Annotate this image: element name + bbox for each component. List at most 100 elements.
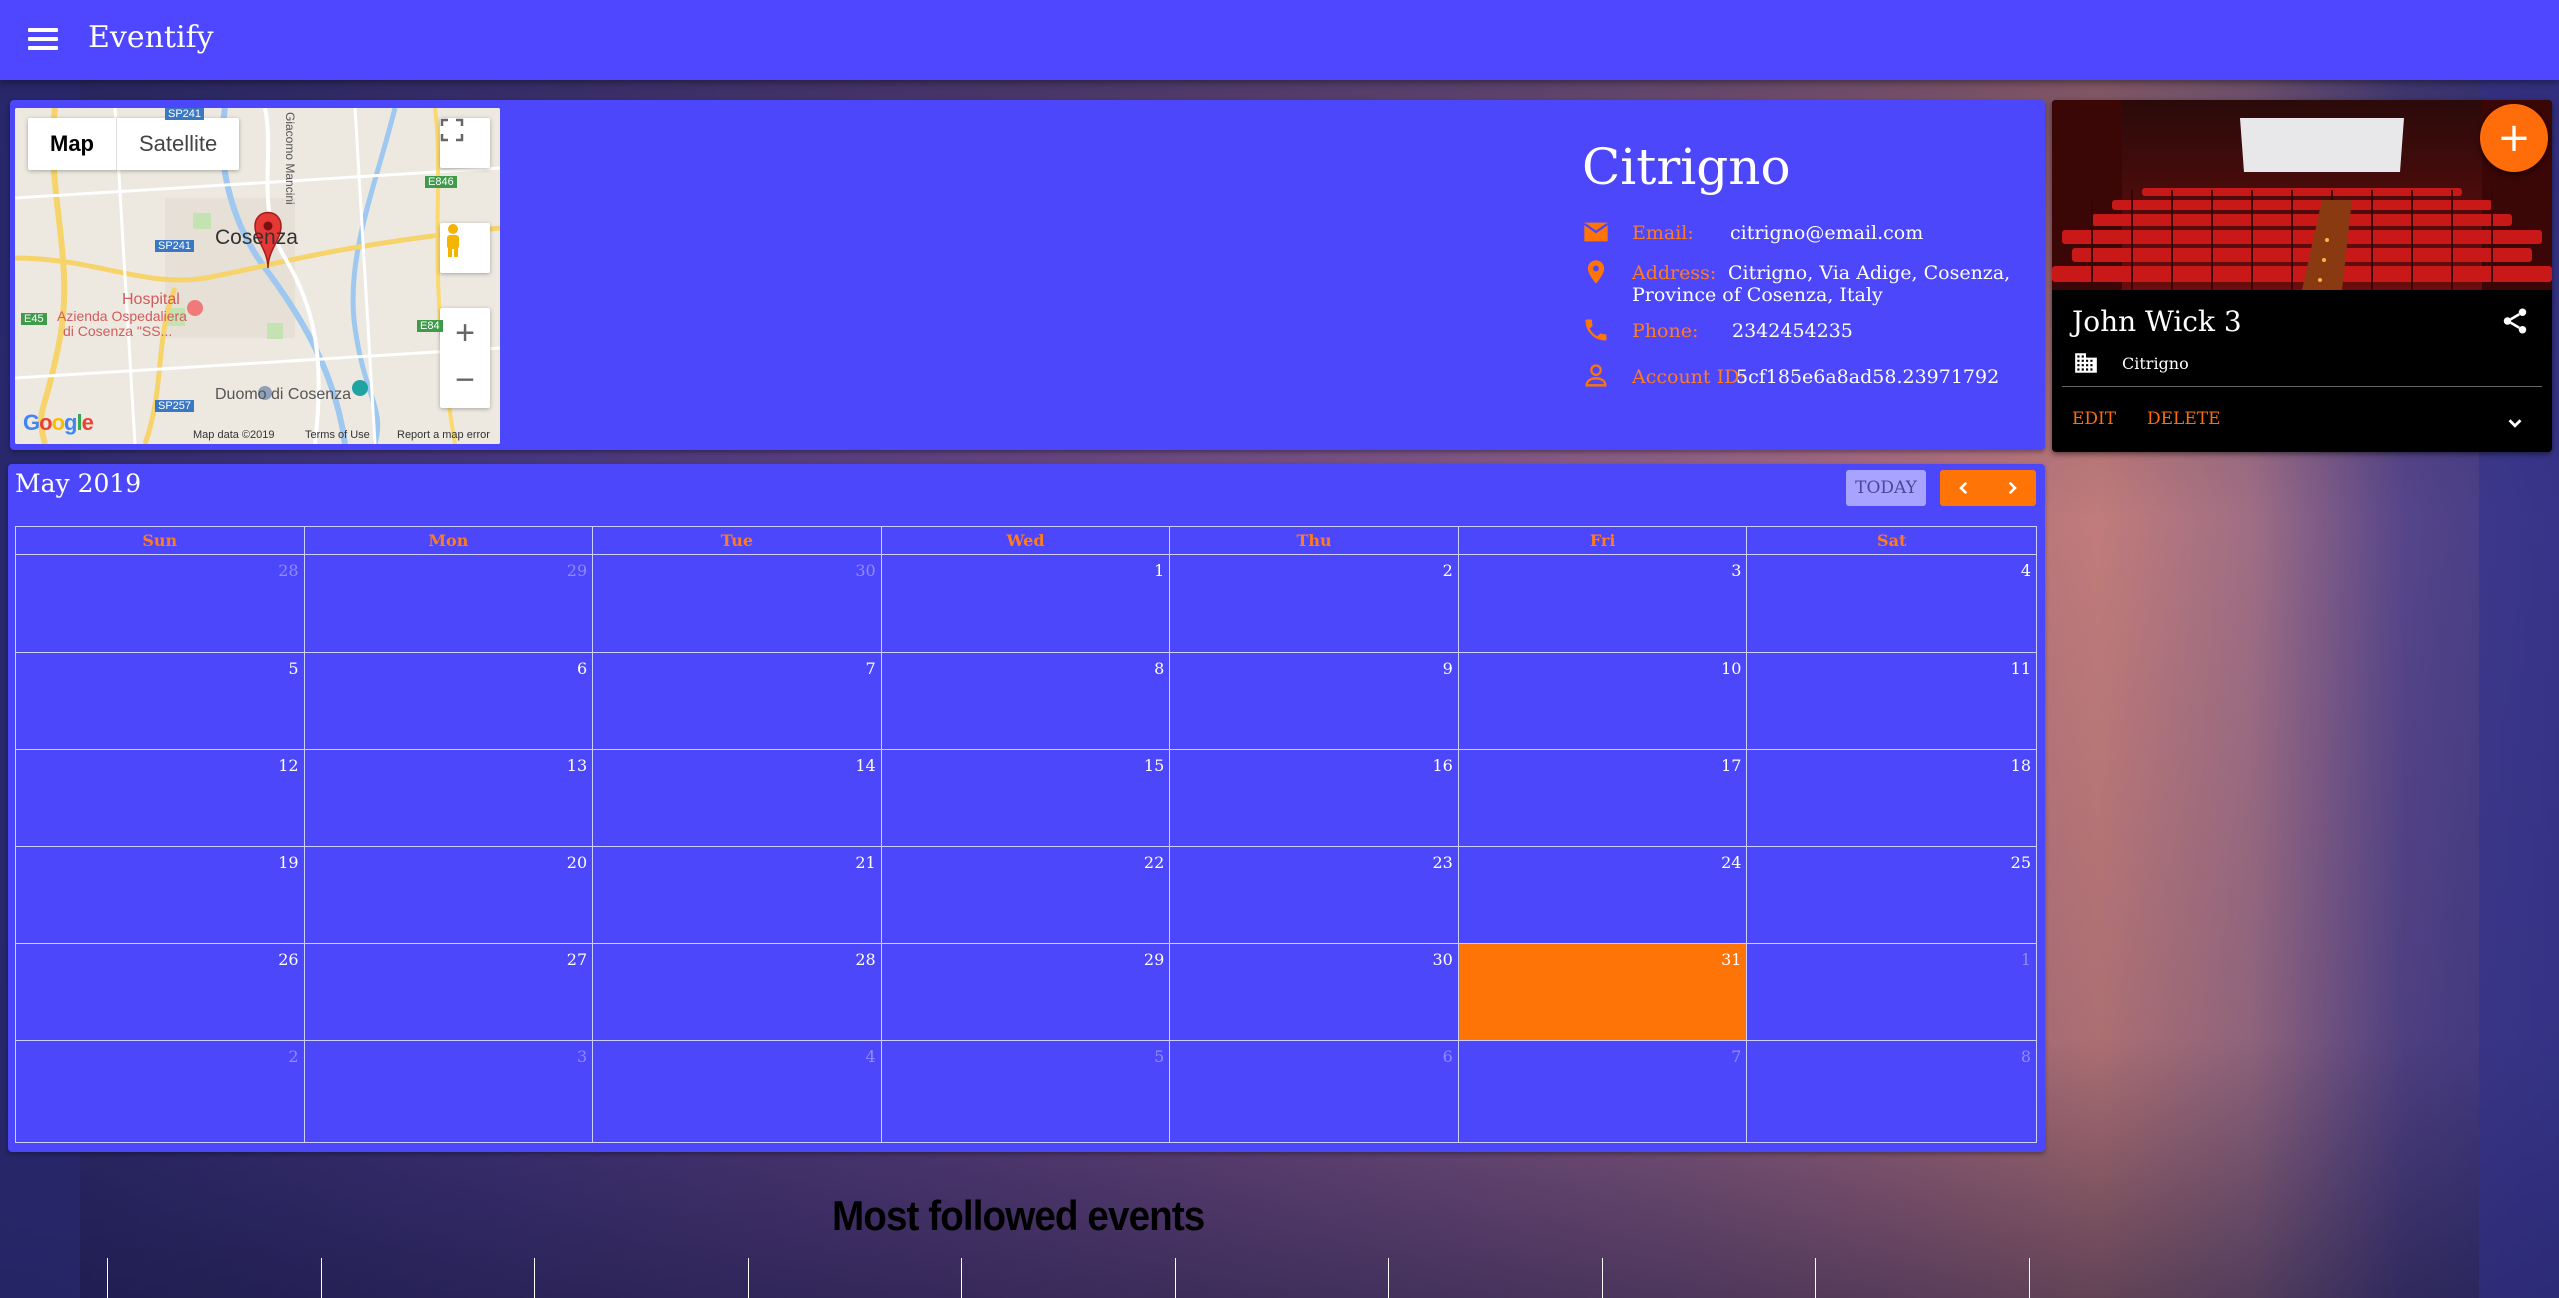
calendar-day[interactable]: 13 — [305, 750, 594, 846]
calendar-day-number: 16 — [1432, 756, 1453, 775]
zoom-in-button[interactable]: + — [455, 308, 475, 358]
calendar-day-number: 26 — [278, 950, 299, 969]
calendar-day-number: 4 — [2020, 561, 2031, 580]
calendar-day[interactable]: 30 — [1170, 944, 1459, 1040]
calendar-day[interactable]: 3 — [305, 1041, 594, 1142]
calendar-day[interactable]: 23 — [1170, 847, 1459, 943]
map-terms-link[interactable]: Terms of Use — [305, 429, 370, 441]
calendar-day[interactable]: 2 — [16, 1041, 305, 1142]
calendar-day[interactable]: 20 — [305, 847, 594, 943]
calendar-day[interactable]: 5 — [882, 1041, 1171, 1142]
calendar-day[interactable]: 31 — [1458, 944, 1748, 1040]
calendar-day[interactable]: 22 — [882, 847, 1171, 943]
location-pin-icon — [1587, 260, 1605, 284]
calendar-day[interactable]: 15 — [882, 750, 1171, 846]
calendar-day[interactable]: 10 — [1459, 653, 1748, 749]
calendar-day[interactable]: 6 — [305, 653, 594, 749]
calendar-day-number: 29 — [566, 561, 588, 580]
map-road-e846: E846 — [425, 176, 457, 188]
map-tab-map[interactable]: Map — [28, 118, 117, 170]
calendar-day[interactable]: 17 — [1459, 750, 1748, 846]
calendar-day[interactable]: 12 — [16, 750, 305, 846]
calendar-day[interactable]: 30 — [593, 555, 882, 652]
calendar-day[interactable]: 29 — [305, 555, 594, 652]
calendar-day[interactable]: 28 — [16, 555, 305, 652]
menu-icon[interactable] — [28, 28, 58, 52]
chart-axis-tick — [1601, 1258, 1603, 1298]
calendar-day-number: 5 — [1154, 1047, 1165, 1066]
delete-button[interactable]: DELETE — [2147, 409, 2221, 429]
cinema-hall-image — [2052, 100, 2552, 290]
map-tab-satellite[interactable]: Satellite — [117, 118, 239, 170]
weekday-thu: Thu — [1170, 527, 1459, 554]
calendar-week: 5 6 7 8 9 10 11 — [16, 652, 2036, 749]
fullscreen-button[interactable] — [440, 118, 490, 168]
calendar-day[interactable]: 9 — [1170, 653, 1459, 749]
calendar-day[interactable]: 19 — [16, 847, 305, 943]
prev-month-button[interactable] — [1940, 470, 1988, 506]
calendar-day[interactable]: 21 — [593, 847, 882, 943]
add-event-button[interactable]: + — [2480, 104, 2548, 172]
app-bar: Eventify — [0, 0, 2559, 80]
calendar-day[interactable]: 25 — [1747, 847, 2036, 943]
calendar-day[interactable]: 7 — [1459, 1041, 1748, 1142]
event-venue: Citrigno — [2122, 354, 2189, 373]
map-data-credit: Map data ©2019 — [193, 429, 275, 441]
venue-info-panel: Map Satellite + − Cosenza Hospital Azien… — [10, 100, 2045, 450]
event-divider — [2062, 386, 2542, 387]
map[interactable]: Map Satellite + − Cosenza Hospital Azien… — [15, 108, 500, 444]
calendar-day[interactable]: 29 — [882, 944, 1171, 1040]
street-view-button[interactable] — [440, 223, 490, 273]
calendar-day[interactable]: 5 — [16, 653, 305, 749]
zoom-out-button[interactable]: − — [455, 358, 475, 408]
calendar-day-number: 30 — [1432, 950, 1453, 969]
person-icon — [1585, 364, 1607, 387]
chevron-down-icon[interactable] — [2504, 412, 2526, 434]
chart-axis-tick — [2028, 1258, 2030, 1298]
chart-axis-tick — [1388, 1258, 1389, 1298]
weekday-mon: Mon — [305, 527, 594, 554]
calendar-day[interactable]: 2 — [1170, 555, 1459, 652]
venue-email-row: Email: citrigno@email.com — [1582, 218, 2022, 248]
calendar-day-number: 17 — [1721, 756, 1742, 775]
calendar-day-number: 4 — [865, 1047, 876, 1066]
chart-axis-tick — [1174, 1258, 1176, 1298]
calendar-day-number: 2 — [288, 1047, 299, 1066]
calendar-day[interactable]: 8 — [882, 653, 1171, 749]
chevron-right-icon — [2008, 481, 2017, 495]
edit-button[interactable]: EDIT — [2072, 409, 2116, 429]
calendar-day-number: 25 — [2010, 853, 2031, 872]
calendar-day[interactable]: 28 — [593, 944, 882, 1040]
calendar-day[interactable]: 1 — [882, 555, 1171, 652]
calendar-day-number: 10 — [1721, 659, 1742, 678]
calendar-day[interactable]: 7 — [593, 653, 882, 749]
share-icon[interactable] — [2500, 306, 2530, 336]
event-image — [2052, 100, 2552, 290]
calendar-day[interactable]: 27 — [305, 944, 594, 1040]
event-card[interactable]: John Wick 3 Citrigno EDIT DELETE — [2052, 100, 2552, 452]
map-duomo-label: Duomo di Cosenza — [215, 386, 352, 403]
calendar-day[interactable]: 14 — [593, 750, 882, 846]
map-road-sp241: SP241 — [155, 240, 195, 252]
email-label: Email: — [1632, 222, 1694, 244]
calendar-day[interactable]: 6 — [1170, 1041, 1459, 1142]
calendar-day-number: 12 — [278, 756, 299, 775]
calendar-day-number: 28 — [278, 561, 299, 580]
today-button[interactable]: TODAY — [1846, 470, 1926, 506]
map-report-link[interactable]: Report a map error — [397, 429, 490, 441]
calendar-day[interactable]: 26 — [16, 944, 305, 1040]
calendar-day[interactable]: 11 — [1747, 653, 2036, 749]
calendar-day[interactable]: 16 — [1170, 750, 1459, 846]
next-month-button[interactable] — [1988, 470, 2036, 506]
calendar-day[interactable]: 18 — [1747, 750, 2036, 846]
calendar-day[interactable]: 8 — [1747, 1041, 2036, 1142]
chart-axis-tick — [1815, 1258, 1816, 1298]
calendar-day[interactable]: 24 — [1459, 847, 1748, 943]
chart-axis-tick — [747, 1258, 749, 1298]
calendar-day[interactable]: 3 — [1459, 555, 1748, 652]
calendar-day[interactable]: 1 — [1747, 944, 2036, 1040]
calendar-day[interactable]: 4 — [1747, 555, 2036, 652]
calendar-day[interactable]: 4 — [593, 1041, 882, 1142]
phone-icon — [1585, 319, 1607, 341]
venue-phone-row: Phone: 2342454235 — [1582, 316, 2022, 346]
